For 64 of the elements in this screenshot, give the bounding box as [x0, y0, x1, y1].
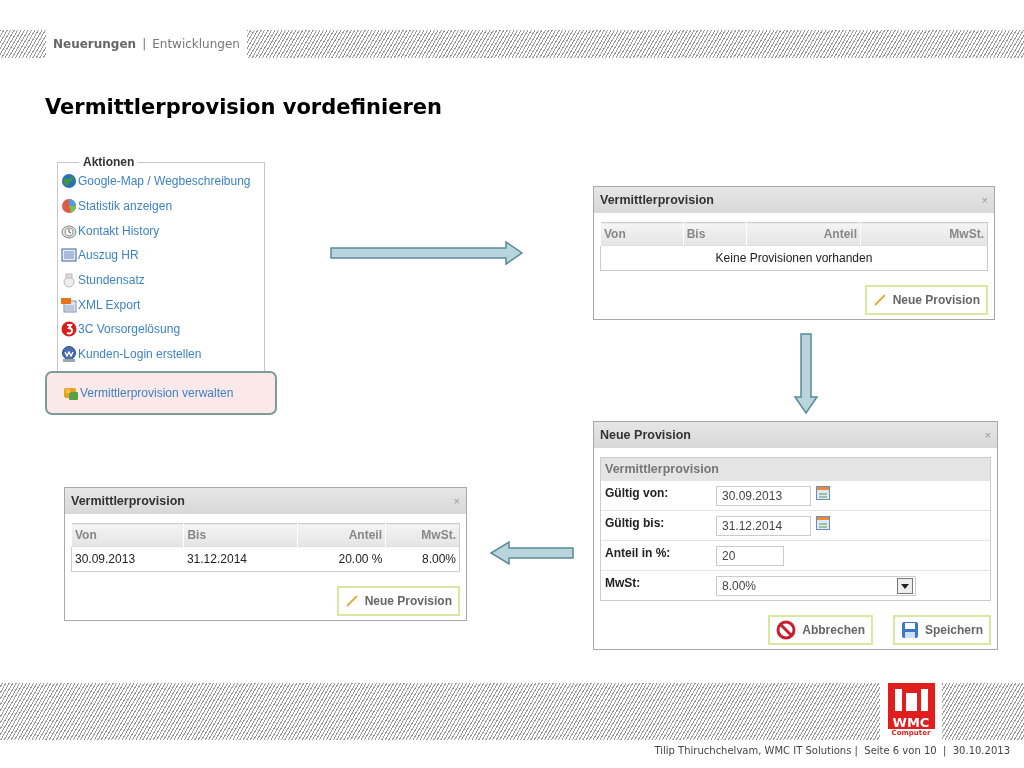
action-link[interactable]: 3C Vorsorgelösung [61, 317, 261, 342]
field-label: Gültig bis: [605, 516, 666, 530]
action-link[interactable]: Kontakt History [61, 218, 261, 244]
column-header: MwSt. [860, 222, 988, 246]
column-header: Bis [683, 222, 747, 246]
section-label: Neuerungen [53, 37, 137, 51]
table-cell: 8.00% [385, 546, 460, 572]
save-button[interactable]: Speichern [892, 615, 991, 645]
action-icon [61, 198, 77, 215]
input-field[interactable]: 20 [716, 546, 784, 566]
cancel-button[interactable]: Abbrechen [768, 615, 873, 645]
panel-legend: Aktionen [79, 155, 139, 169]
pencil-icon [344, 594, 359, 608]
column-header: Von [71, 523, 184, 547]
footer-text: Tilip Thiruchchelvam, WMC IT Solutions | Seite 6 von 10 | 30.10.2013 [654, 745, 1010, 756]
logo-text: WMC [887, 716, 935, 729]
dialog-title: Vermittlerprovision [71, 494, 185, 508]
close-button[interactable]: × [984, 429, 991, 441]
table-cell: 31.12.2014 [183, 546, 298, 572]
hatched-band [0, 30, 46, 58]
action-link[interactable]: Google-Map / Wegbeschreibung [61, 169, 261, 194]
column-header: Anteil [746, 222, 861, 246]
separator: | [142, 37, 147, 51]
dropdown-icon[interactable] [897, 578, 913, 594]
action-icon [61, 296, 77, 313]
action-link[interactable]: XML Export [61, 292, 261, 318]
select-field[interactable]: 8.00% [716, 576, 916, 596]
column-header: Anteil [297, 523, 386, 547]
action-link[interactable]: Stundensatz [61, 267, 261, 293]
action-link[interactable]: Kunden-Login erstellen [61, 341, 261, 367]
column-header: Bis [183, 523, 298, 547]
no-entry-icon [776, 620, 797, 640]
action-link[interactable]: Auszug HR [61, 243, 261, 268]
action-icon [61, 346, 77, 363]
action-icon [61, 321, 77, 338]
table-cell: 30.09.2013 [71, 546, 184, 572]
field-label: Gültig von: [605, 486, 670, 500]
column-header: MwSt. [385, 523, 460, 547]
calendar-icon[interactable] [816, 486, 830, 500]
logo-icon [887, 683, 935, 716]
new-provision-button[interactable]: Neue Provision [864, 285, 988, 315]
action-icon [61, 272, 77, 289]
field-label: Anteil in %: [605, 546, 672, 560]
subsection-label: Entwicklungen [152, 37, 240, 51]
action-link[interactable]: Vermittlerprovision verwalten [45, 370, 277, 415]
dialog-title: Vermittlerprovision [600, 193, 714, 207]
pencil-icon [872, 293, 887, 307]
slide-title: Vermittlerprovision vordefinieren [45, 95, 442, 119]
close-button[interactable]: × [981, 194, 988, 206]
empty-message: Keine Provisionen vorhanden [600, 245, 988, 271]
section-header: Vermittlerprovision [601, 458, 990, 480]
close-button[interactable]: × [453, 495, 460, 507]
new-provision-button[interactable]: Neue Provision [336, 586, 460, 616]
table-cell: 20.00 % [297, 546, 386, 572]
action-icon [61, 222, 77, 239]
dialog-title: Neue Provision [600, 428, 691, 442]
date-field[interactable]: 30.09.2013 [716, 486, 811, 506]
action-link[interactable]: Statistik anzeigen [61, 193, 261, 219]
calendar-icon[interactable] [816, 516, 830, 530]
column-header: Von [600, 222, 684, 246]
field-label: MwSt: [605, 576, 642, 590]
action-icon [61, 173, 77, 190]
action-icon [61, 247, 77, 264]
date-field[interactable]: 31.12.2014 [716, 516, 811, 536]
